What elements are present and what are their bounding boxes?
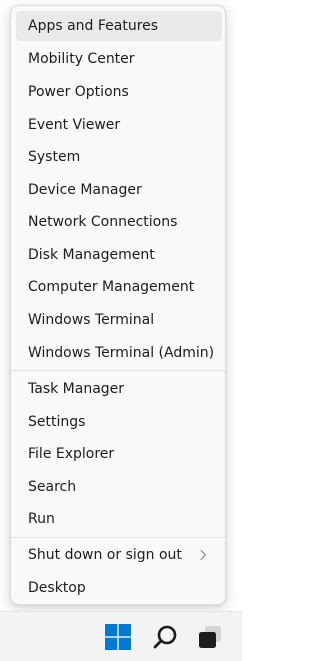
menu-separator bbox=[11, 370, 225, 371]
menu-item-computer-management[interactable]: Computer Management bbox=[16, 272, 222, 302]
menu-item-apps-and-features[interactable]: Apps and Features bbox=[16, 11, 222, 41]
menu-item-search[interactable]: Search bbox=[16, 472, 222, 502]
menu-item-shut-down-or-sign-out[interactable]: Shut down or sign out bbox=[16, 540, 222, 570]
menu-item-windows-terminal[interactable]: Windows Terminal bbox=[16, 305, 222, 335]
menu-item-run[interactable]: Run bbox=[16, 504, 222, 534]
menu-item-task-manager[interactable]: Task Manager bbox=[16, 374, 222, 404]
chevron-right-icon bbox=[200, 549, 207, 561]
menu-item-power-options[interactable]: Power Options bbox=[16, 77, 222, 107]
search-icon[interactable] bbox=[152, 623, 180, 651]
task-view-icon[interactable] bbox=[196, 623, 224, 651]
windows-start-icon[interactable] bbox=[104, 623, 132, 651]
menu-item-mobility-center[interactable]: Mobility Center bbox=[16, 44, 222, 74]
menu-item-device-manager[interactable]: Device Manager bbox=[16, 175, 222, 205]
menu-item-disk-management[interactable]: Disk Management bbox=[16, 240, 222, 270]
menu-item-desktop[interactable]: Desktop bbox=[16, 573, 222, 603]
menu-item-label: Shut down or sign out bbox=[28, 547, 182, 563]
menu-item-system[interactable]: System bbox=[16, 142, 222, 172]
menu-item-network-connections[interactable]: Network Connections bbox=[16, 207, 222, 237]
menu-item-windows-terminal-admin[interactable]: Windows Terminal (Admin) bbox=[16, 338, 222, 368]
taskbar bbox=[0, 611, 242, 661]
menu-separator bbox=[11, 537, 225, 538]
quick-link-menu: Apps and Features Mobility Center Power … bbox=[10, 5, 226, 605]
menu-item-file-explorer[interactable]: File Explorer bbox=[16, 439, 222, 469]
menu-item-event-viewer[interactable]: Event Viewer bbox=[16, 110, 222, 140]
menu-item-settings[interactable]: Settings bbox=[16, 407, 222, 437]
